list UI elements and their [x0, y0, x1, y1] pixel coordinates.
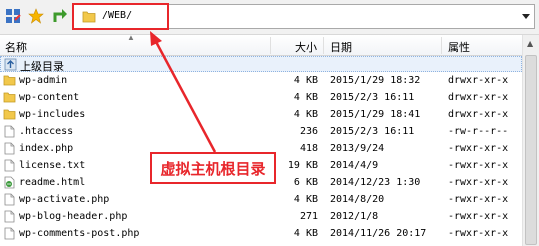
file-name: wp-blog-header.php — [19, 211, 128, 222]
file-row[interactable]: wp-activate.php 4 KB 2014/8/20 -rwxr-xr-x — [0, 192, 522, 208]
toolbar: /WEB/ — [0, 0, 539, 35]
file-row[interactable]: wp-blog-header.php 271 2012/1/8 -rwxr-xr-x — [0, 209, 522, 225]
column-divider[interactable] — [441, 37, 442, 54]
file-attr: drwxr-xr-x — [448, 92, 509, 103]
file-size: 19 KB — [287, 160, 318, 171]
folder-icon — [3, 91, 16, 104]
file-size: 271 — [299, 211, 318, 222]
column-date[interactable]: 日期 — [330, 39, 352, 55]
file-size: 4 KB — [293, 228, 318, 239]
file-date: 2014/12/23 1:30 — [330, 177, 421, 188]
file-attr: -rwxr-xr-x — [448, 228, 509, 239]
column-divider[interactable] — [270, 37, 271, 54]
scrollbar-thumb[interactable] — [525, 55, 537, 245]
file-row[interactable]: wp-comments-post.php 4 KB 2014/11/26 20:17… — [0, 226, 522, 242]
file-icon — [3, 210, 16, 223]
column-name[interactable]: 名称 — [5, 39, 27, 55]
file-row[interactable]: wp-includes 4 KB 2015/1/29 18:41 drwxr-xr-x — [0, 107, 522, 123]
file-name: .htaccess — [19, 126, 74, 137]
file-row[interactable]: .htaccess 236 2015/2/3 16:11 -rw-r--r-- — [0, 124, 522, 140]
column-header: 名称 ▲ 大小 日期 属性 — [0, 33, 522, 56]
grid-icon[interactable] — [4, 7, 22, 25]
file-date: 2015/1/29 18:32 — [330, 75, 421, 86]
file-icon — [3, 227, 16, 240]
up-arrow-icon[interactable] — [51, 7, 69, 25]
column-attr[interactable]: 属性 — [448, 39, 470, 55]
file-attr: -rwxr-xr-x — [448, 177, 509, 188]
file-attr: -rwxr-xr-x — [448, 211, 509, 222]
file-date: 2012/1/8 — [330, 211, 379, 222]
file-date: 2014/11/26 20:17 — [330, 228, 427, 239]
file-date: 2014/8/20 — [330, 194, 385, 205]
folder-icon — [3, 74, 16, 87]
file-name: wp-activate.php — [19, 194, 110, 205]
file-date: 2015/1/29 18:41 — [330, 109, 421, 120]
column-divider[interactable] — [323, 37, 324, 54]
file-attr: -rwxr-xr-x — [448, 143, 509, 154]
file-size: 418 — [299, 143, 318, 154]
path-highlight-box — [72, 3, 169, 30]
file-row[interactable]: wp-admin 4 KB 2015/1/29 18:32 drwxr-xr-x — [0, 73, 522, 89]
file-date: 2015/2/3 16:11 — [330, 126, 415, 137]
parent-dir-label: 上级目录 — [20, 61, 64, 73]
file-date: 2014/4/9 — [330, 160, 379, 171]
file-attr: -rwxr-xr-x — [448, 194, 509, 205]
html-file-icon — [3, 176, 16, 189]
file-attr: drwxr-xr-x — [448, 109, 509, 120]
annotation-callout: 虚拟主机根目录 — [150, 152, 276, 184]
file-attr: drwxr-xr-x — [448, 75, 509, 86]
file-name: wp-comments-post.php — [19, 228, 140, 239]
file-date: 2015/2/3 16:11 — [330, 92, 415, 103]
file-size: 6 KB — [293, 177, 318, 188]
file-name: wp-admin — [19, 75, 68, 86]
file-name: wp-includes — [19, 109, 86, 120]
file-icon — [3, 125, 16, 138]
file-size: 4 KB — [293, 75, 318, 86]
vertical-scrollbar[interactable]: ▲ — [522, 35, 539, 246]
file-name: license.txt — [19, 160, 86, 171]
dropdown-arrow-icon[interactable] — [522, 12, 530, 23]
file-date: 2013/9/24 — [330, 143, 385, 154]
file-icon — [3, 142, 16, 155]
file-size: 4 KB — [293, 92, 318, 103]
folder-icon — [3, 108, 16, 121]
file-icon — [3, 159, 16, 172]
star-icon[interactable] — [27, 7, 45, 25]
file-size: 4 KB — [293, 109, 318, 120]
file-name: index.php — [19, 143, 74, 154]
file-size: 236 — [299, 126, 318, 137]
file-icon — [3, 193, 16, 206]
file-name: wp-content — [19, 92, 80, 103]
file-row[interactable]: wp-content 4 KB 2015/2/3 16:11 drwxr-xr-x — [0, 90, 522, 106]
file-size: 4 KB — [293, 194, 318, 205]
sort-up-icon: ▲ — [127, 33, 135, 42]
file-name: readme.html — [19, 177, 86, 188]
scroll-up-icon[interactable]: ▲ — [527, 39, 533, 48]
column-size[interactable]: 大小 — [295, 39, 317, 55]
file-attr: -rwxr-xr-x — [448, 160, 509, 171]
parent-dir-row[interactable]: 上级目录 — [0, 56, 522, 73]
parent-dir-icon — [4, 58, 17, 71]
file-attr: -rw-r--r-- — [448, 126, 509, 137]
